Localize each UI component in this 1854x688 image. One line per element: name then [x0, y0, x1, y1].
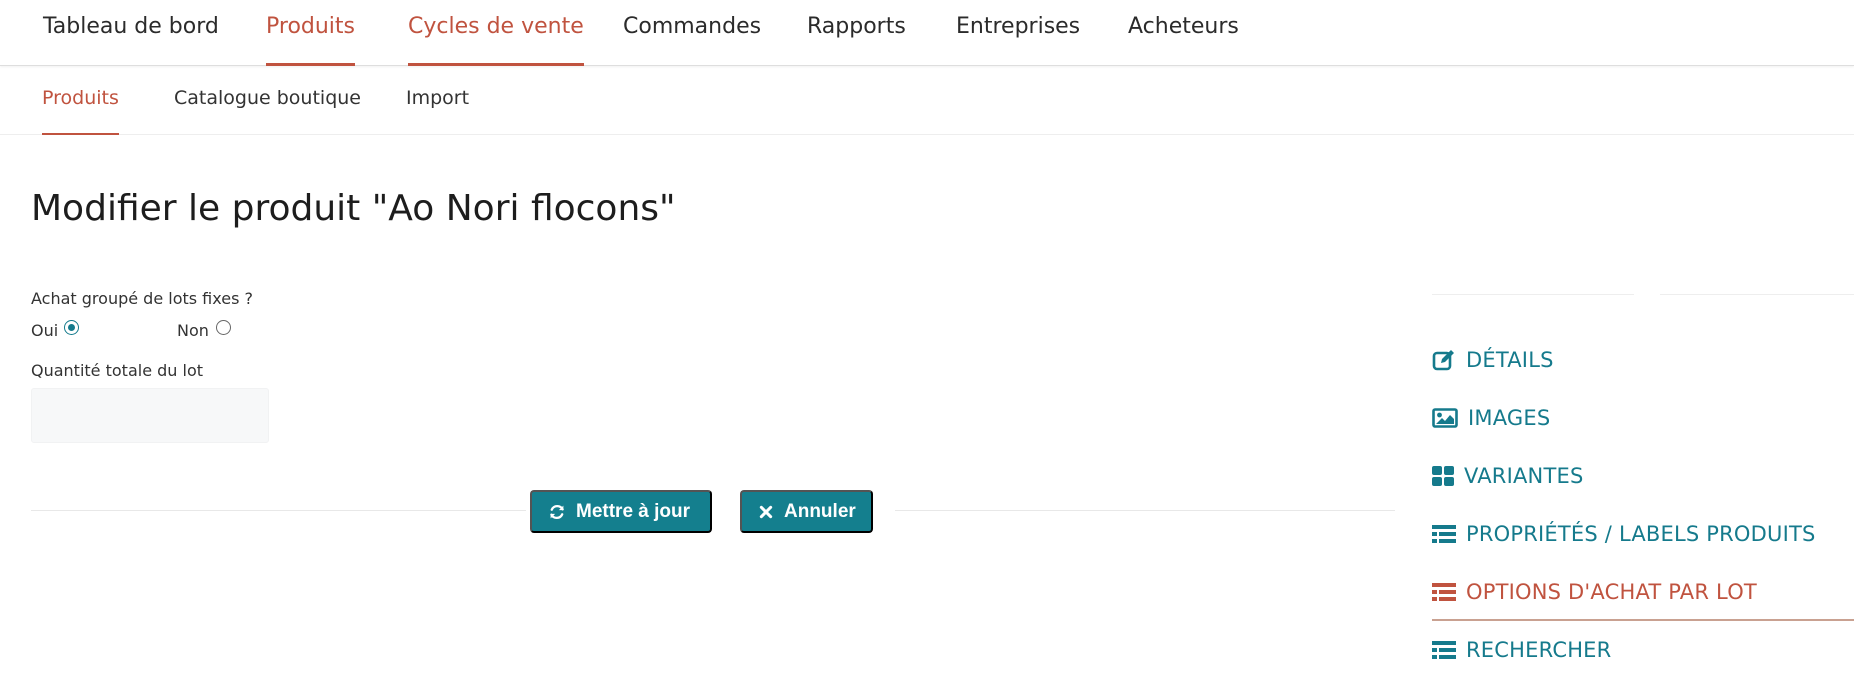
top-nav-acheteurs[interactable]: Acheteurs [1128, 14, 1239, 66]
side-menu-top-divider-right [1660, 294, 1854, 295]
list-icon [1432, 583, 1456, 601]
image-icon [1432, 408, 1458, 428]
sub-nav-catalogue-boutique[interactable]: Catalogue boutique [174, 87, 361, 135]
cancel-button[interactable]: Annuler [740, 490, 873, 533]
option-non-label: Non [177, 321, 209, 340]
refresh-icon [550, 504, 564, 519]
lot-quantity-label: Quantité totale du lot [31, 361, 204, 380]
fixed-lots-question-label: Achat groupé de lots fixes ? [31, 289, 253, 308]
option-non-radio[interactable] [216, 320, 231, 335]
top-nav-entreprises[interactable]: Entreprises [956, 14, 1080, 66]
side-menu-images[interactable]: IMAGES [1432, 398, 1550, 438]
side-menu-details[interactable]: DÉTAILS [1432, 340, 1554, 380]
edit-icon [1432, 350, 1454, 371]
side-menu-options-achat-lot-label: OPTIONS D'ACHAT PAR LOT [1466, 580, 1757, 604]
list-icon [1432, 525, 1456, 543]
top-nav-tableau-de-bord[interactable]: Tableau de bord [43, 14, 219, 66]
top-navigation: Tableau de bord Produits Cycles de vente… [0, 0, 1854, 66]
side-menu-proprietes-labels[interactable]: PROPRIÉTÉS / LABELS PRODUITS [1432, 514, 1816, 554]
option-oui-radio[interactable] [64, 320, 79, 335]
grid-icon [1432, 466, 1454, 486]
list-icon [1432, 641, 1456, 659]
lot-quantity-input[interactable] [31, 388, 269, 443]
side-menu-variantes-label: VARIANTES [1464, 464, 1584, 488]
top-nav-produits[interactable]: Produits [266, 14, 356, 66]
form-divider-left [31, 510, 526, 511]
side-menu-variantes[interactable]: VARIANTES [1432, 456, 1583, 496]
side-menu-proprietes-labels-label: PROPRIÉTÉS / LABELS PRODUITS [1466, 522, 1816, 546]
sub-nav-import[interactable]: Import [406, 87, 469, 135]
side-menu-rechercher-label: RECHERCHER [1466, 638, 1612, 662]
side-menu-rechercher[interactable]: RECHERCHER [1432, 630, 1611, 670]
sub-navigation: Produits Catalogue boutique Import [0, 66, 1854, 135]
page-title: Modifier le produit "Ao Nori flocons" [31, 188, 676, 229]
side-menu-details-label: DÉTAILS [1466, 348, 1554, 372]
top-nav-commandes[interactable]: Commandes [623, 14, 761, 66]
side-menu-top-divider-left [1432, 294, 1634, 295]
update-button-label: Mettre à jour [576, 500, 691, 522]
top-nav-rapports[interactable]: Rapports [807, 14, 906, 66]
close-icon [759, 505, 773, 518]
top-nav-cycles-de-vente[interactable]: Cycles de vente [408, 14, 584, 66]
option-oui-label: Oui [31, 321, 59, 340]
update-button[interactable]: Mettre à jour [530, 490, 712, 533]
side-menu-options-achat-lot[interactable]: OPTIONS D'ACHAT PAR LOT [1432, 572, 1757, 612]
sub-nav-produits[interactable]: Produits [42, 87, 119, 135]
form-divider-right [895, 510, 1395, 511]
side-menu-images-label: IMAGES [1468, 406, 1551, 430]
side-menu-active-underline [1432, 619, 1854, 621]
cancel-button-label: Annuler [784, 500, 856, 522]
